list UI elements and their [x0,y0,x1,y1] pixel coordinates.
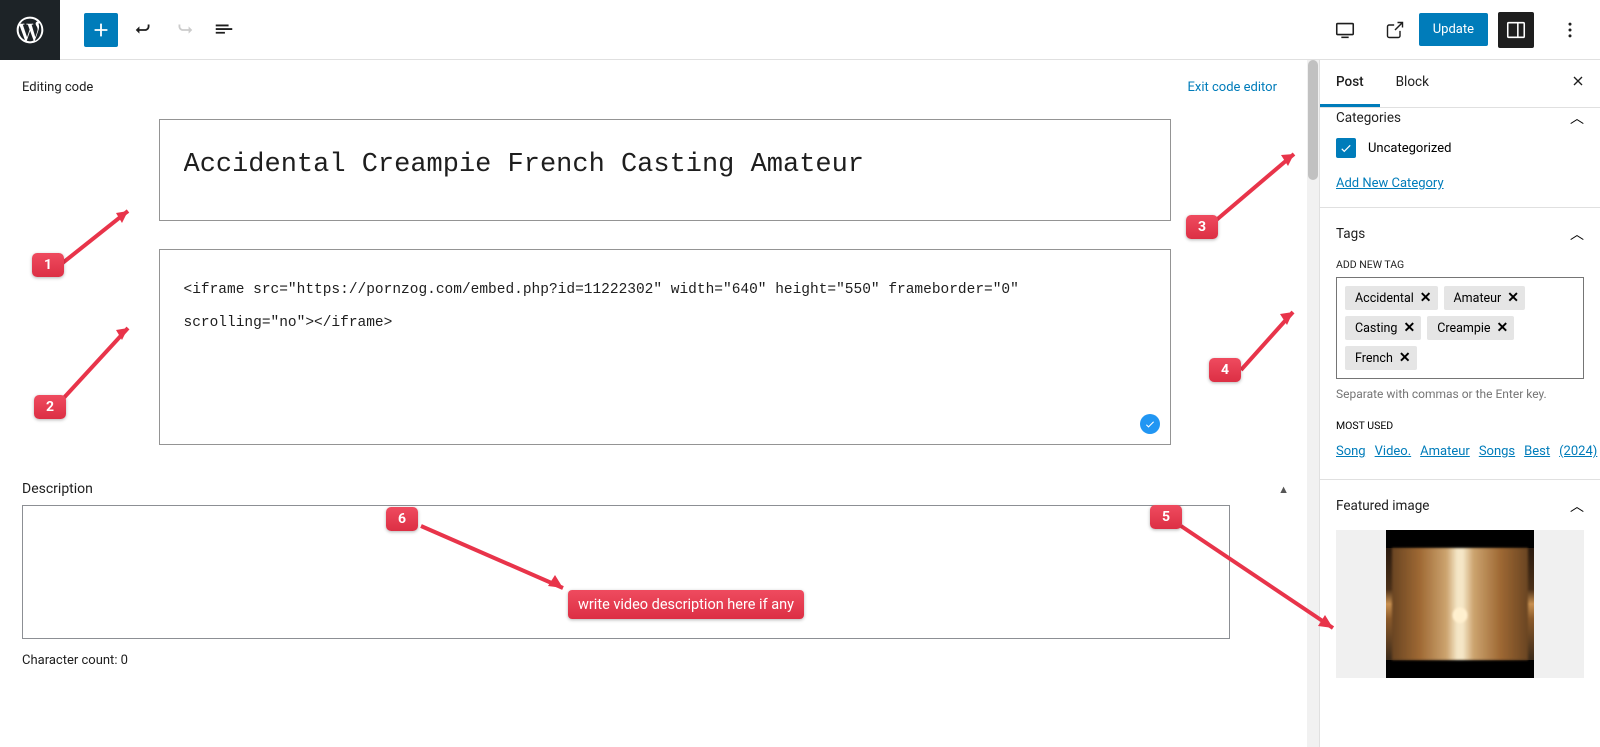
most-used-tag-link[interactable]: Songs [1479,444,1515,459]
wordpress-logo[interactable] [0,0,60,60]
description-label: Description [22,481,93,497]
tag-label: Amateur [1454,291,1502,306]
external-link-icon [1385,20,1405,40]
description-collapse-toggle[interactable]: ▲ [1278,483,1289,496]
check-icon [1339,141,1353,155]
desktop-icon [1334,19,1356,41]
tag-chip: Casting ✕ [1345,316,1421,340]
annotation-1: 1 [32,253,64,277]
tags-input-box[interactable]: Accidental✕Amateur✕Casting✕Creampie✕Fren… [1336,277,1584,379]
add-block-button[interactable] [84,13,118,47]
featured-image-thumbnail[interactable] [1336,530,1584,678]
close-sidebar-button[interactable] [1556,73,1600,94]
tag-chip: Creampie ✕ [1427,316,1514,340]
most-used-tags: SongVideo.AmateurSongsBest(2024)MusicLov… [1336,440,1584,463]
preview-button[interactable] [1381,16,1409,44]
annotation-4: 4 [1209,358,1241,382]
tag-chip: Amateur ✕ [1444,286,1526,310]
annotation-3: 3 [1186,215,1218,239]
document-outline-button[interactable] [210,16,238,44]
add-new-tag-label: ADD NEW TAG [1336,258,1584,271]
update-button[interactable]: Update [1419,13,1488,46]
chevron-up-icon: ︿ [1570,108,1584,128]
tag-label: French [1355,351,1393,366]
most-used-tag-link[interactable]: Video. [1375,444,1412,459]
most-used-tag-link[interactable]: Song [1336,444,1366,459]
tag-chip: Accidental ✕ [1345,286,1438,310]
remove-tag-button[interactable]: ✕ [1507,290,1519,306]
editor-main: Editing code Exit code editor <iframe sr… [0,60,1319,747]
add-new-category-link[interactable]: Add New Category [1336,176,1444,191]
most-used-tag-link[interactable]: Amateur [1420,444,1470,459]
redo-button [170,16,198,44]
sidebar-tabs: Post Block [1320,60,1600,108]
tab-block[interactable]: Block [1380,60,1445,107]
categories-title: Categories [1336,110,1401,126]
most-used-tag-link[interactable]: Best [1524,444,1550,459]
post-title-input[interactable] [184,150,1146,180]
code-editor-header: Editing code Exit code editor [22,80,1307,95]
most-used-label: MOST USED [1336,419,1584,432]
settings-sidebar: Post Block Categories ︿ Uncategorized Ad… [1319,60,1600,747]
annotation-6: 6 [386,507,418,531]
main-scrollbar[interactable] [1307,60,1319,747]
grammarly-badge[interactable] [1140,414,1160,434]
uncategorized-checkbox[interactable] [1336,138,1356,158]
close-icon [1570,73,1586,89]
more-vertical-icon [1560,20,1580,40]
categories-panel-header[interactable]: Categories ︿ [1336,108,1584,128]
chevron-up-icon: ︿ [1570,224,1584,244]
sidebar-icon [1505,19,1527,41]
tag-label: Creampie [1437,321,1490,336]
tag-chip: French ✕ [1345,346,1417,370]
more-options-button[interactable] [1556,16,1584,44]
featured-image-preview [1386,530,1534,678]
most-used-tag-link[interactable]: (2024) [1559,444,1597,459]
wordpress-icon [14,14,46,46]
featured-image-panel-header[interactable]: Featured image ︿ [1336,496,1584,516]
remove-tag-button[interactable]: ✕ [1497,320,1509,336]
tags-title: Tags [1336,226,1365,242]
featured-image-title: Featured image [1336,498,1429,514]
editing-code-label: Editing code [22,80,93,95]
view-button[interactable] [1331,16,1359,44]
undo-button[interactable] [130,16,158,44]
character-count-label: Character count: 0 [22,653,1289,668]
undo-icon [133,19,155,41]
post-code-box: <iframe src="https://pornzog.com/embed.p… [159,249,1171,445]
tags-panel-header[interactable]: Tags ︿ [1336,224,1584,244]
remove-tag-button[interactable]: ✕ [1403,320,1415,336]
annotation-5: 5 [1150,505,1182,529]
remove-tag-button[interactable]: ✕ [1420,290,1432,306]
top-toolbar: Update [0,0,1600,60]
scrollbar-thumb[interactable] [1308,60,1318,180]
remove-tag-button[interactable]: ✕ [1399,350,1411,366]
uncategorized-label: Uncategorized [1368,141,1451,156]
post-title-box [159,119,1171,221]
check-icon [1144,418,1156,430]
tags-hint: Separate with commas or the Enter key. [1336,387,1584,401]
redo-icon [173,19,195,41]
plus-icon [90,19,112,41]
exit-code-editor-link[interactable]: Exit code editor [1188,80,1277,95]
list-icon [213,19,235,41]
tag-label: Accidental [1355,291,1414,306]
annotation-2: 2 [34,395,66,419]
chevron-up-icon: ︿ [1570,496,1584,516]
settings-sidebar-toggle[interactable] [1498,12,1534,48]
tab-post[interactable]: Post [1320,60,1380,107]
tag-label: Casting [1355,321,1397,336]
annotation-description-text: write video description here if any [568,590,804,619]
post-code-textarea[interactable]: <iframe src="https://pornzog.com/embed.p… [184,274,1146,404]
